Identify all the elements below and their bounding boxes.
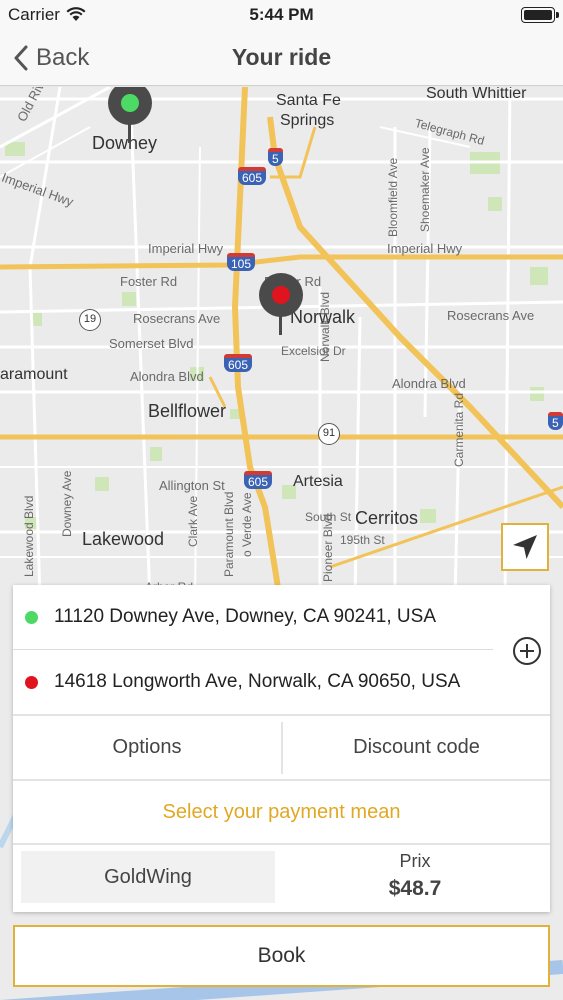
- locate-me-button[interactable]: [501, 523, 549, 571]
- map-street-label: 195th St: [340, 533, 385, 547]
- dropoff-address: 14618 Longworth Ave, Norwalk, CA 90650, …: [54, 671, 461, 692]
- map-street-label: Imperial Hwy: [387, 241, 463, 256]
- map-city-label: Santa Fe: [276, 92, 341, 109]
- map-street-label: Imperial Hwy: [148, 241, 224, 256]
- pickup-address-row[interactable]: 11120 Downey Ave, Downey, CA 90241, USA: [13, 585, 550, 649]
- pickup-map-pin-icon[interactable]: [108, 87, 152, 143]
- book-button[interactable]: Book: [13, 925, 550, 987]
- map-street-label: Somerset Blvd: [109, 336, 194, 351]
- highway-shield: 605: [224, 354, 253, 372]
- status-bar: Carrier 5:44 PM: [0, 0, 563, 30]
- highway-shield: 605: [244, 471, 273, 489]
- map-city-label: South Whittier: [426, 87, 527, 102]
- dropoff-dot-icon: [25, 675, 38, 689]
- status-time: 5:44 PM: [249, 5, 314, 24]
- map-street-label: Pioneer Blvd: [321, 513, 335, 582]
- map-city-label: Artesia: [293, 473, 343, 490]
- pickup-address: 11120 Downey Ave, Downey, CA 90241, USA: [54, 606, 436, 627]
- discount-code-button[interactable]: Discount code: [283, 716, 550, 779]
- map-city-label: Bellflower: [148, 401, 227, 421]
- pickup-dot-icon: [25, 610, 38, 624]
- map-street-label: o Verde Ave: [240, 492, 254, 558]
- dropoff-map-pin-icon[interactable]: [259, 273, 303, 335]
- highway-shield: 105: [227, 253, 256, 271]
- options-button[interactable]: Options: [13, 716, 281, 779]
- location-arrow-icon: [513, 535, 537, 559]
- ride-panel: 11120 Downey Ave, Downey, CA 90241, USA …: [13, 585, 550, 912]
- payment-method-button[interactable]: Select your payment mean: [13, 781, 550, 843]
- map-street-label: Shoemaker Ave: [418, 147, 432, 233]
- dropoff-address-row[interactable]: 14618 Longworth Ave, Norwalk, CA 90650, …: [13, 650, 550, 714]
- map-city-label: Lakewood: [82, 529, 165, 549]
- price-label: Prix: [399, 851, 431, 871]
- map-street-label: Allington St: [159, 478, 225, 493]
- map-street-label: Excelsior Dr: [281, 344, 346, 358]
- state-route-shield: 19: [79, 309, 101, 331]
- map-street-label: Norwalk Blvd: [318, 291, 332, 362]
- battery-icon: [521, 7, 559, 23]
- pin-dot: [272, 286, 290, 304]
- nav-bar: Back Your ride: [0, 30, 563, 86]
- row-divider: [13, 843, 550, 845]
- state-route-shield: 91: [318, 423, 340, 445]
- map-city-label: Springs: [280, 112, 335, 129]
- highway-shield: 5: [268, 148, 283, 166]
- map-street-label: Paramount Blvd: [222, 491, 236, 577]
- vehicle-selector[interactable]: GoldWing: [21, 851, 275, 903]
- map-street-label: Lakewood Blvd: [22, 495, 36, 577]
- map-city-label: aramount: [0, 366, 68, 383]
- pin-dot: [121, 94, 139, 112]
- map-street-label: Rosecrans Ave: [447, 308, 535, 323]
- map-city-label: Cerritos: [355, 508, 419, 528]
- map-street-label: Carmenita Rd: [452, 392, 466, 467]
- page-title: Your ride: [231, 44, 332, 70]
- map-street-label: Alondra Blvd: [392, 376, 466, 391]
- map-street-label: Foster Rd: [120, 274, 178, 289]
- map-street-label: Rosecrans Ave: [133, 311, 221, 326]
- map-street-label: Bloomfield Ave: [386, 157, 400, 237]
- map-street-label: Clark Ave: [186, 495, 200, 547]
- map-street-label: Alondra Blvd: [130, 369, 204, 384]
- highway-shield: 5: [548, 412, 563, 430]
- highway-shield: 605: [238, 167, 267, 185]
- price-value: $48.7: [388, 877, 442, 900]
- map-street-label: Downey Ave: [60, 470, 74, 538]
